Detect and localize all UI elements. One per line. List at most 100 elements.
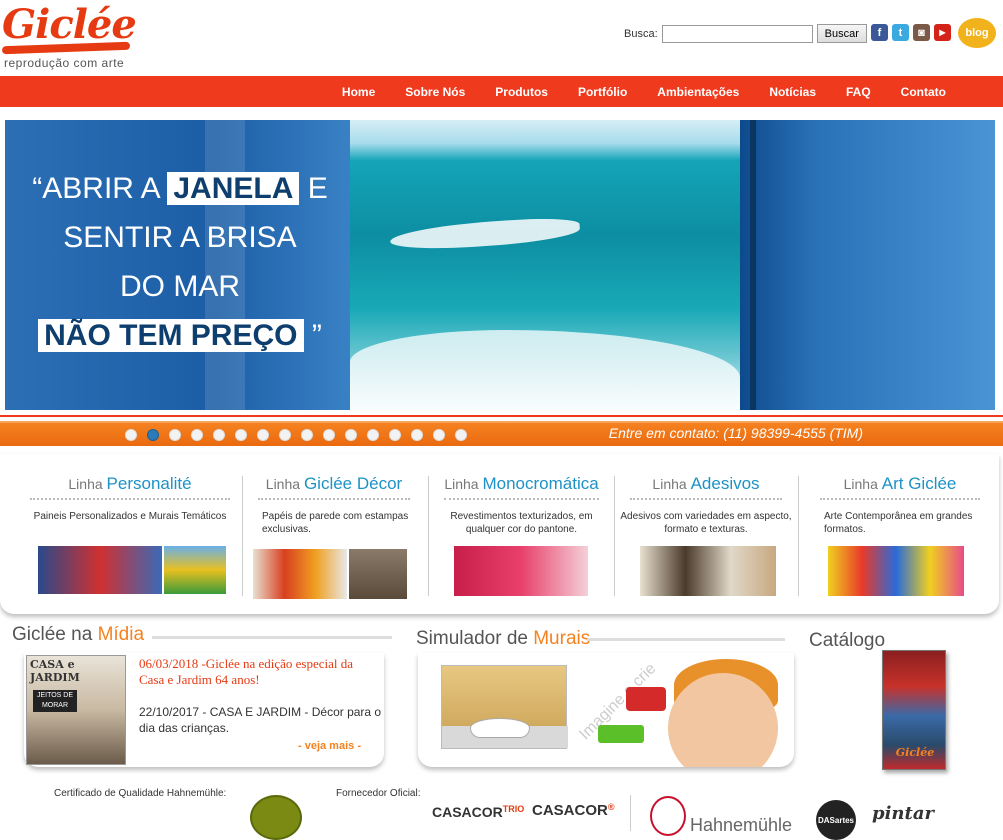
hero-shutter-right [740, 120, 995, 410]
slider-dot[interactable] [433, 429, 445, 441]
line-desc: Papéis de parede com estampas exclusivas… [262, 511, 409, 535]
footer-divider [630, 795, 631, 831]
slider-dot[interactable] [257, 429, 269, 441]
line-thumbs [253, 549, 407, 599]
nav-item-portfolio[interactable]: Portfólio [563, 85, 642, 99]
sofa-red-image [626, 687, 666, 711]
logo[interactable]: Giclée reprodução com arte [1, 2, 137, 70]
simulator-title-line [587, 638, 785, 641]
line-thumbs [640, 546, 776, 596]
hero-line4-highlight: NÃO TEM PREÇO [38, 319, 304, 352]
twitter-icon[interactable]: t [892, 24, 909, 41]
hero-line1-b: E [307, 172, 328, 205]
nav-item-home[interactable]: Home [327, 85, 390, 99]
slider-dot[interactable] [279, 429, 291, 441]
magazine-box: JEITOS DE MORAR [33, 690, 77, 712]
line-title: Linha Personalité [68, 474, 192, 493]
media-title-line [152, 636, 392, 639]
social-links: f t ◙ ▶ [871, 24, 951, 41]
hahnemuhle-seal-icon [250, 795, 302, 840]
facebook-icon[interactable]: f [871, 24, 888, 41]
line-personalite[interactable]: Linha Personalité Paineis Personalizados… [20, 454, 240, 604]
dasartes-logo[interactable]: DASartes [816, 800, 856, 840]
media-title: Giclée na Mídia [12, 624, 145, 645]
line-thumbs [454, 546, 588, 596]
nav-item-sobre[interactable]: Sobre Nós [390, 85, 480, 99]
nav-item-ambientacoes[interactable]: Ambientações [642, 85, 754, 99]
instagram-icon[interactable]: ◙ [913, 24, 930, 41]
news-item-2[interactable]: 22/10/2017 - CASA E JARDIM - Décor para … [139, 704, 384, 736]
nav-item-produtos[interactable]: Produtos [480, 85, 563, 99]
hero-quote: “ABRIR A JANELA E SENTIR A BRISA DO MAR … [5, 120, 355, 410]
blog-button[interactable]: blog [958, 18, 996, 48]
hero-banner[interactable]: “ABRIR A JANELA E SENTIR A BRISA DO MAR … [5, 120, 995, 410]
hero-line1-highlight: JANELA [167, 172, 300, 205]
slider-dot[interactable] [345, 429, 357, 441]
slider-dot[interactable] [411, 429, 423, 441]
magazine-title: CASA e JARDIM [30, 658, 80, 684]
main-nav: Home Sobre Nós Produtos Portfólio Ambien… [0, 76, 1003, 107]
nav-item-faq[interactable]: FAQ [831, 85, 886, 99]
line-adesivos[interactable]: Linha Adesivos Adesivos com variedades e… [620, 454, 792, 604]
hahnemuhle-rooster-icon [650, 796, 686, 836]
casacor-trio-logo[interactable]: CASACORTRIO [432, 804, 524, 820]
slider-dot[interactable] [367, 429, 379, 441]
slider-dots [125, 429, 467, 441]
line-desc: Arte Contemporânea em grandes formatos. [824, 511, 973, 535]
nav-item-noticias[interactable]: Notícias [754, 85, 831, 99]
hero-sea-image [350, 120, 740, 410]
product-lines: Linha Personalité Paineis Personalizados… [0, 454, 999, 614]
magazine-cover[interactable]: CASA e JARDIM JEITOS DE MORAR [26, 655, 126, 765]
contact-phone[interactable]: Entre em contato: (11) 98399-4555 (TIM) [609, 425, 863, 441]
nav-item-contato[interactable]: Contato [886, 85, 961, 99]
search-form: Busca: Buscar [624, 24, 867, 43]
news-item-1[interactable]: 06/03/2018 -Giclée na edição especial da… [139, 656, 379, 688]
line-thumbs [38, 546, 226, 594]
slider-topline [0, 415, 1003, 417]
search-label: Busca: [624, 27, 658, 40]
line-desc: Paineis Personalizados e Murais Temático… [33, 511, 227, 522]
line-title: Linha Monocromática [444, 474, 599, 493]
search-input[interactable] [661, 24, 813, 43]
slider-bar: Entre em contato: (11) 98399-4555 (TIM) [0, 415, 1003, 446]
slider-dot[interactable] [191, 429, 203, 441]
line-desc: Revestimentos texturizados, em qualquer … [450, 511, 593, 535]
hero-line2: SENTIR A BRISA [63, 221, 297, 254]
pintar-logo[interactable]: pintar [872, 803, 934, 824]
media-box: CASA e JARDIM JEITOS DE MORAR 06/03/2018… [24, 653, 384, 767]
catalog-title: Catálogo [809, 630, 886, 651]
slider-dot[interactable] [169, 429, 181, 441]
simulator-title: Simulador de Murais [416, 628, 591, 649]
supplier-label: Fornecedor Oficial: [336, 788, 421, 799]
sofa-green-image [598, 725, 644, 743]
line-monocromatica[interactable]: Linha Monocromática Revestimentos textur… [434, 454, 609, 604]
slider-dot[interactable] [235, 429, 247, 441]
slider-dot[interactable] [147, 429, 159, 441]
line-title: Linha Adesivos [652, 474, 760, 493]
simulator-room-image [441, 665, 568, 749]
slider-dot[interactable] [323, 429, 335, 441]
line-title: Linha Giclée Décor [265, 474, 403, 493]
hero-line4-b: ” [311, 319, 322, 352]
line-giclee-decor[interactable]: Linha Giclée Décor Papéis de parede com … [248, 454, 420, 604]
hero-line1-a: “ABRIR A [32, 172, 159, 205]
slider-dot[interactable] [455, 429, 467, 441]
casacor-logo[interactable]: CASACOR® [532, 802, 614, 819]
hahnemuhle-logo[interactable]: Hahnemühle [690, 815, 792, 836]
slider-dot[interactable] [389, 429, 401, 441]
line-title: Linha Art Giclée [843, 474, 957, 493]
line-thumbs [828, 546, 964, 596]
youtube-icon[interactable]: ▶ [934, 24, 951, 41]
catalog-brand: Giclée [895, 746, 935, 759]
slider-dot[interactable] [301, 429, 313, 441]
slider-dot[interactable] [213, 429, 225, 441]
search-button[interactable]: Buscar [816, 24, 867, 43]
line-art-giclee[interactable]: Linha Art Giclée Arte Contemporânea em g… [810, 454, 990, 604]
logo-tagline: reprodução com arte [4, 56, 125, 70]
simulator-box[interactable]: Imagine e crie [418, 653, 794, 767]
hero-line3: DO MAR [120, 270, 240, 303]
see-more-link[interactable]: - veja mais - [298, 740, 361, 752]
line-desc: Adesivos com variedades em aspecto, form… [620, 511, 792, 535]
slider-dot[interactable] [125, 429, 137, 441]
catalog-cover[interactable]: Giclée [882, 650, 946, 770]
